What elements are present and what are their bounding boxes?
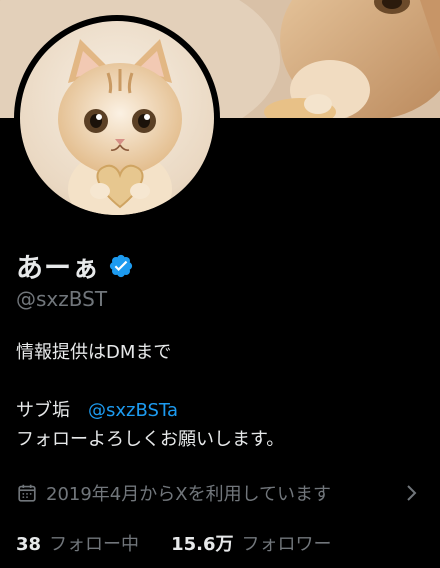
joined-date[interactable]: 2019年4月からXを利用しています <box>16 480 331 506</box>
following-label: フォロー中 <box>49 534 140 555</box>
mention-link[interactable]: @sxzBSTa <box>88 400 178 421</box>
followers-stat[interactable]: 15.6万 フォロワー <box>171 530 331 556</box>
avatar-frame <box>14 15 220 221</box>
display-name: あーぁ <box>16 253 100 284</box>
following-stat[interactable]: 38 フォロー中 <box>16 530 139 556</box>
profile-bio: 情報提供はDMまで サブ垢 @sxzBSTa フォローよろしくお願いします。 <box>16 338 426 454</box>
calendar-icon <box>16 482 38 504</box>
follow-stats: 38 フォロー中 15.6万 フォロワー <box>16 530 363 556</box>
joined-date-text: 2019年4月からXを利用しています <box>46 484 332 505</box>
avatar[interactable] <box>20 21 214 215</box>
followers-label: フォロワー <box>241 534 332 555</box>
kitten-avatar-icon <box>58 39 182 215</box>
verified-badge-icon[interactable] <box>108 253 134 279</box>
bio-line: 情報提供はDMまで <box>16 342 172 363</box>
user-handle: @sxzBST <box>16 287 108 311</box>
bio-line: フォローよろしくお願いします。 <box>16 429 285 450</box>
name-row: あーぁ <box>16 246 134 285</box>
bio-blank-line <box>16 367 426 396</box>
bio-sub-account-label: サブ垢 <box>16 400 70 421</box>
chevron-right-icon[interactable] <box>404 483 420 503</box>
following-count: 38 <box>16 534 42 555</box>
followers-count: 15.6万 <box>171 534 234 555</box>
bio-line: サブ垢 @sxzBSTa <box>16 396 426 425</box>
